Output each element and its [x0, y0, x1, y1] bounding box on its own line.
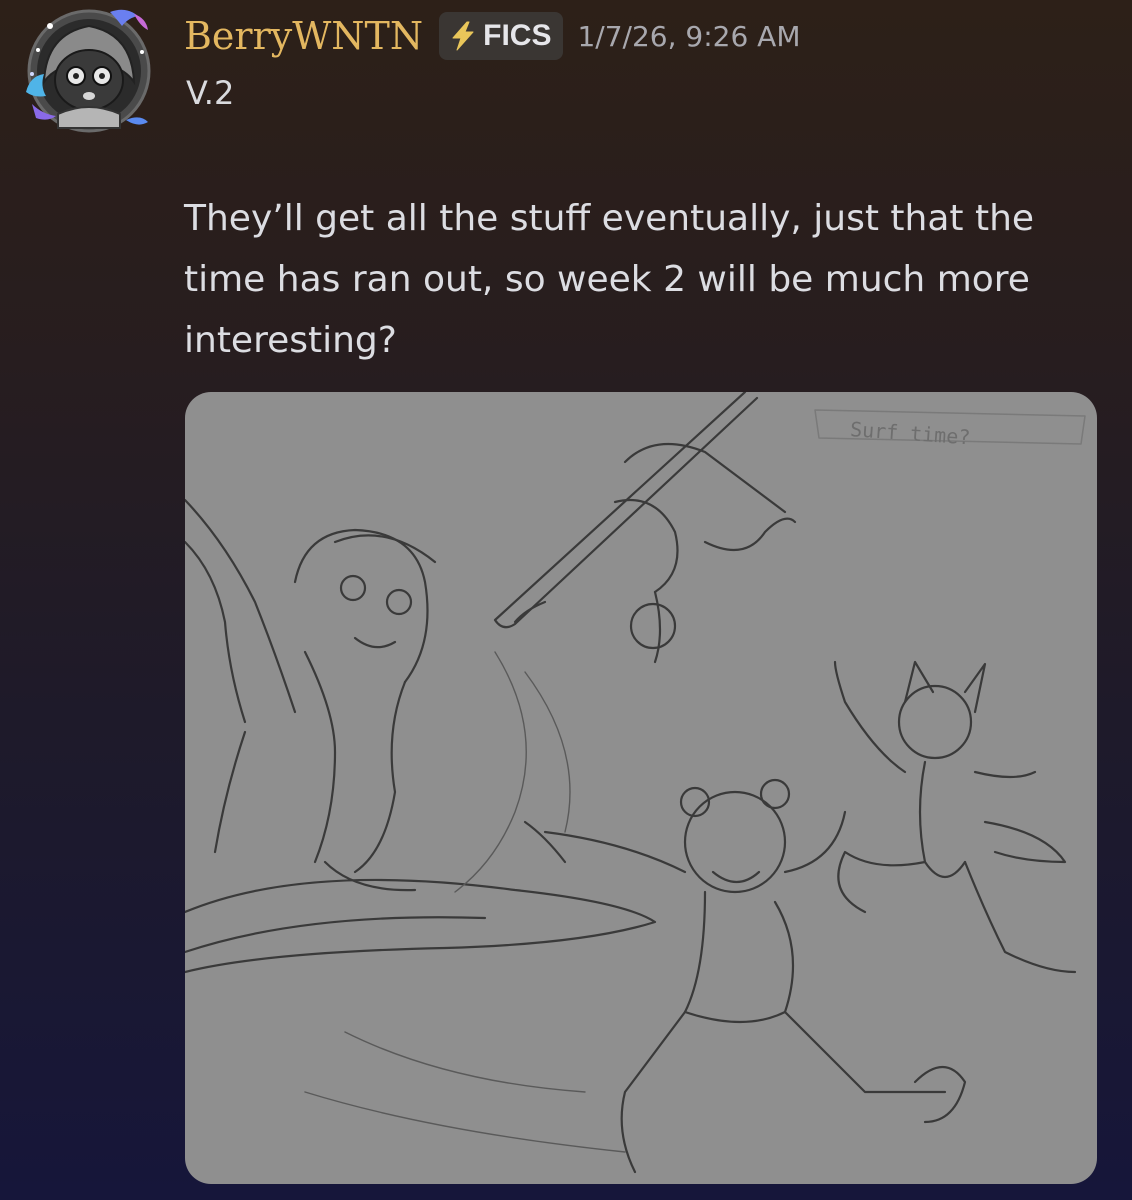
sketch-drawing: Surf time? — [185, 392, 1086, 1174]
sketch-note: Surf time? — [849, 417, 971, 449]
message-subtitle: V.2 — [186, 74, 235, 112]
user-avatar[interactable] — [22, 4, 156, 138]
message-timestamp: 1/7/26, 9:26 AM — [577, 19, 801, 53]
author-name[interactable]: BerryWNTN — [184, 14, 423, 58]
server-tag[interactable]: FICS — [439, 12, 564, 60]
lightning-bolt-icon — [447, 20, 479, 52]
image-attachment[interactable]: Surf time? — [185, 392, 1097, 1184]
message-content: They’ll get all the stuff eventually, ju… — [184, 198, 1035, 361]
chat-message: BerryWNTN FICS 1/7/26, 9:26 AM V.2 They’… — [0, 0, 1132, 1200]
server-tag-label: FICS — [483, 19, 552, 52]
message-header: BerryWNTN FICS 1/7/26, 9:26 AM — [184, 8, 800, 64]
